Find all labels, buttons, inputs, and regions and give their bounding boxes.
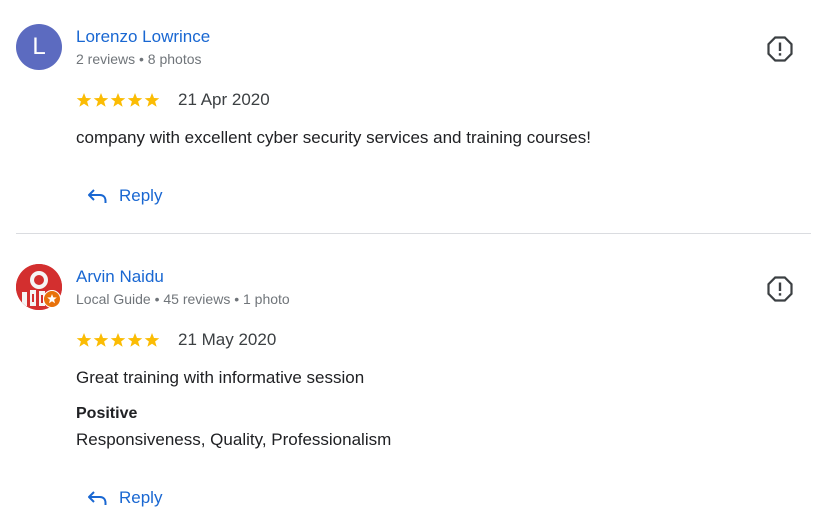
report-icon	[767, 276, 793, 302]
review-card: Arvin Naidu Local Guide • 45 reviews • 1…	[0, 234, 815, 526]
reply-button[interactable]: Reply	[86, 184, 162, 208]
star-icon	[47, 294, 57, 304]
star-rating	[76, 92, 160, 108]
reviewer-meta: Local Guide • 45 reviews • 1 photo	[76, 291, 290, 307]
reviewer-name[interactable]: Arvin Naidu	[76, 267, 164, 287]
star-icon	[93, 333, 109, 347]
reply-label: Reply	[119, 488, 163, 507]
star-icon	[144, 93, 160, 107]
star-icon	[127, 93, 143, 107]
star-icon	[76, 93, 92, 107]
reviewer-name[interactable]: Lorenzo Lowrince	[76, 27, 210, 47]
local-guide-badge	[43, 290, 61, 308]
star-icon	[76, 333, 92, 347]
report-review-button[interactable]	[766, 275, 794, 303]
avatar[interactable]: L	[16, 24, 62, 70]
reviewer-meta: 2 reviews • 8 photos	[76, 51, 202, 67]
star-icon	[93, 93, 109, 107]
star-icon	[144, 333, 160, 347]
review-text: company with excellent cyber security se…	[76, 128, 591, 147]
review-date: 21 Apr 2020	[178, 90, 270, 109]
star-icon	[110, 93, 126, 107]
star-icon	[110, 333, 126, 347]
report-icon	[767, 36, 793, 62]
report-review-button[interactable]	[766, 35, 794, 63]
review-card: L Lorenzo Lowrince 2 reviews • 8 photos …	[0, 0, 815, 234]
reply-arrow-icon	[88, 189, 107, 203]
star-rating	[76, 332, 160, 348]
review-text: Great training with informative session	[76, 368, 365, 387]
reply-arrow-icon	[88, 491, 107, 505]
attributes-values: Responsiveness, Quality, Professionalism	[76, 430, 392, 449]
star-icon	[127, 333, 143, 347]
reply-button[interactable]: Reply	[86, 486, 162, 510]
reply-label: Reply	[119, 186, 163, 205]
review-date: 21 May 2020	[178, 330, 277, 349]
attributes-heading: Positive	[76, 405, 138, 422]
